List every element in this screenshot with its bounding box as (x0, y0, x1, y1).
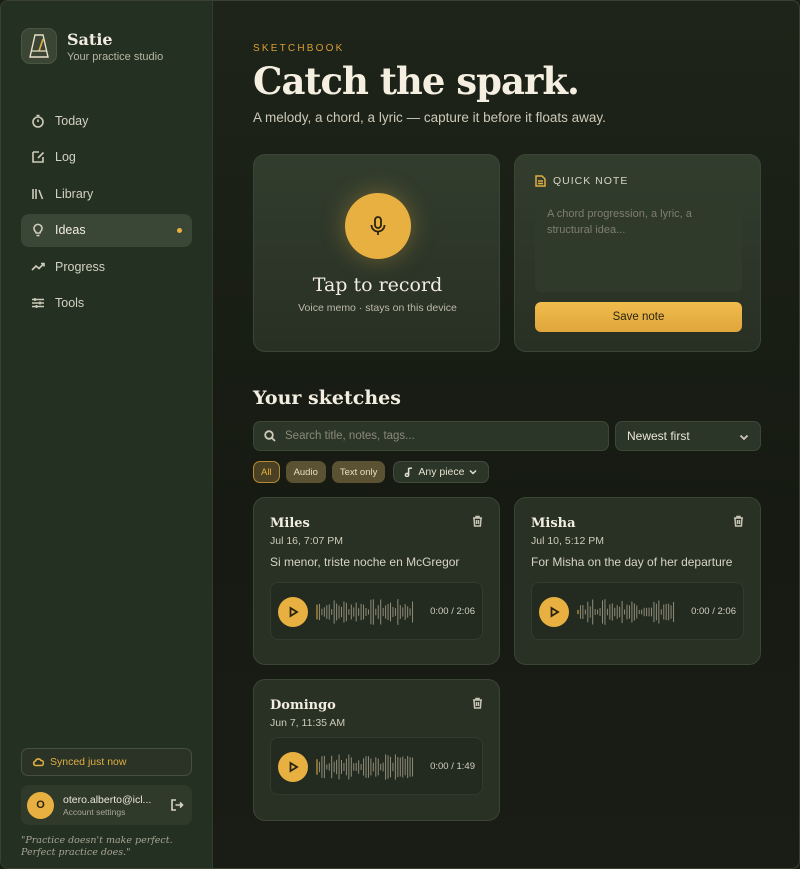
edit-note-icon (32, 151, 45, 163)
audio-player: 0:00 / 2:06 (270, 582, 483, 640)
filter-chip-text-only[interactable]: Text only (331, 461, 386, 483)
record-title: Tap to record (312, 274, 443, 296)
sidebar-item-library[interactable]: Library (21, 177, 192, 210)
record-card[interactable]: Tap to record Voice memo · stays on this… (253, 154, 500, 352)
account-panel[interactable]: O otero.alberto@icl... Account settings (21, 785, 192, 825)
search-icon (264, 430, 276, 442)
trash-icon[interactable] (472, 515, 483, 527)
page-subtitle: A melody, a chord, a lyric — capture it … (253, 110, 606, 125)
save-note-button[interactable]: Save note (535, 302, 742, 332)
piece-filter-value: Any piece (418, 466, 465, 478)
sidebar-quote: "Practice doesn't make perfect. Perfect … (21, 835, 173, 858)
filter-chips: All Audio Text only Any piece (253, 461, 495, 483)
brand-name: Satie (67, 29, 113, 49)
sketch-card[interactable]: Domingo Jun 7, 11:35 AM 0:00 / 1:49 (253, 679, 500, 821)
sketch-title: Miles (270, 516, 310, 531)
filter-chip-audio[interactable]: Audio (285, 461, 326, 483)
document-icon (535, 175, 546, 187)
sidebar-item-label: Ideas (55, 223, 86, 237)
playback-time: 0:00 / 2:06 (430, 606, 475, 617)
sidebar-item-today[interactable]: Today (21, 104, 192, 137)
sidebar-item-label: Progress (55, 259, 106, 274)
sidebar-item-label: Tools (55, 296, 85, 310)
brand[interactable]: Satie Your practice studio (21, 28, 163, 64)
sort-select[interactable]: Newest first (615, 421, 761, 451)
brand-tagline: Your practice studio (67, 50, 164, 63)
sync-status-text: Synced just now (50, 756, 127, 768)
sketch-note: Si menor, triste noche en McGregor (270, 555, 460, 569)
sketch-date: Jul 10, 5:12 PM (531, 535, 604, 547)
sketch-date: Jul 16, 7:07 PM (270, 535, 343, 547)
trend-icon (31, 262, 45, 271)
sketch-card[interactable]: Misha Jul 10, 5:12 PM For Misha on the d… (514, 497, 761, 665)
sidebar-item-label: Today (55, 113, 89, 128)
play-button[interactable] (539, 597, 569, 627)
piece-filter-dropdown[interactable]: Any piece (393, 461, 489, 483)
record-subtitle: Voice memo · stays on this device (298, 302, 457, 314)
waveform[interactable] (316, 597, 414, 627)
playback-time: 0:00 / 1:49 (430, 761, 475, 772)
avatar: O (27, 791, 54, 819)
sidebar-item-label: Library (55, 186, 94, 201)
sidebar-item-tools[interactable]: Tools (21, 287, 192, 320)
sort-value: Newest first (627, 429, 690, 443)
sidebar-nav: Today Log Library Ideas Progress Tools (21, 104, 192, 323)
quick-note-label: QUICK NOTE (553, 175, 629, 187)
microphone-icon (370, 216, 386, 235)
sidebar-item-label: Log (55, 150, 76, 164)
metronome-icon (21, 28, 57, 64)
sketch-date: Jun 7, 11:35 AM (270, 717, 346, 729)
account-email: otero.alberto@icl... (63, 793, 152, 806)
audio-player: 0:00 / 2:06 (531, 582, 744, 640)
trash-icon[interactable] (733, 515, 744, 527)
sidebar-item-log[interactable]: Log (21, 141, 192, 174)
waveform[interactable] (316, 752, 414, 782)
timer-icon (32, 114, 44, 128)
app-window: Satie Your practice studio Today Log Lib… (0, 0, 800, 869)
sketch-card[interactable]: Miles Jul 16, 7:07 PM Si menor, triste n… (253, 497, 500, 665)
quick-note-header: QUICK NOTE (535, 175, 628, 187)
sketch-title: Domingo (270, 698, 336, 713)
active-indicator-dot (177, 227, 182, 233)
account-settings-link[interactable]: Account settings (63, 807, 155, 817)
record-button[interactable] (345, 193, 411, 259)
sketch-note: For Misha on the day of her departure (531, 555, 733, 569)
play-button[interactable] (278, 597, 308, 627)
waveform[interactable] (577, 597, 675, 627)
sidebar: Satie Your practice studio Today Log Lib… (1, 1, 213, 868)
chevron-down-icon (739, 434, 749, 441)
library-icon (32, 188, 44, 199)
play-icon (550, 606, 560, 618)
quick-note-input[interactable] (535, 196, 742, 292)
quick-note-card: QUICK NOTE Save note (514, 154, 761, 352)
sketches-title: Your sketches (253, 387, 401, 409)
page-eyebrow: SKETCHBOOK (253, 43, 345, 54)
filter-chip-all[interactable]: All (253, 461, 280, 483)
sidebar-item-ideas[interactable]: Ideas (21, 213, 192, 247)
chevron-down-icon (468, 469, 477, 475)
sketch-title: Misha (531, 516, 576, 531)
main-content: SKETCHBOOK Catch the spark. A melody, a … (213, 1, 799, 868)
play-icon (289, 606, 299, 618)
page-title: Catch the spark. (253, 59, 580, 103)
play-icon (289, 761, 299, 773)
play-button[interactable] (278, 752, 308, 782)
search-input[interactable] (285, 430, 585, 442)
sync-status[interactable]: Synced just now (21, 748, 192, 776)
search-box[interactable] (253, 421, 609, 451)
music-note-icon (405, 467, 413, 477)
logout-icon[interactable] (170, 798, 184, 812)
lightbulb-icon (33, 223, 43, 237)
sliders-icon (32, 298, 44, 308)
trash-icon[interactable] (472, 697, 483, 709)
audio-player: 0:00 / 1:49 (270, 737, 483, 795)
cloud-icon (32, 758, 44, 767)
playback-time: 0:00 / 2:06 (691, 606, 736, 617)
sidebar-item-progress[interactable]: Progress (21, 250, 192, 283)
